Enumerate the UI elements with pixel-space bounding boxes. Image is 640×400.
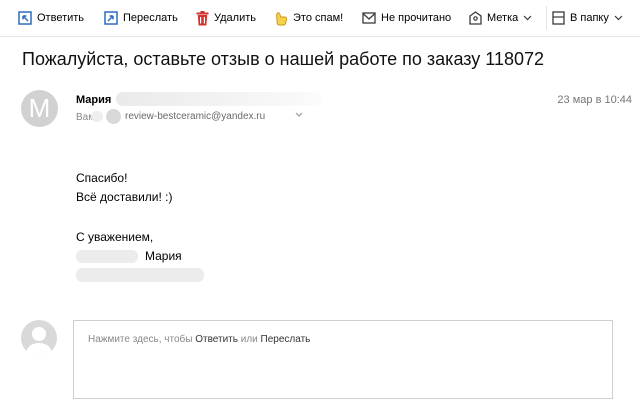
body-line: Мария — [145, 249, 182, 263]
reply-link[interactable]: Ответить — [195, 334, 238, 345]
thumbs-down-icon — [276, 11, 288, 25]
mark-unread-button[interactable]: Не прочитано — [362, 8, 451, 28]
body-line: Спасибо! — [76, 171, 128, 185]
label-button[interactable]: Метка — [469, 8, 532, 28]
folder-icon — [552, 11, 565, 25]
chevron-down-icon[interactable] — [295, 112, 303, 118]
redacted-recipient — [91, 111, 103, 122]
trash-icon — [196, 10, 209, 25]
reply-label: Ответить — [37, 12, 85, 24]
sender-avatar[interactable]: M — [21, 90, 58, 127]
quick-reply-box[interactable]: Нажмите здесь, чтобы Ответить или Пересл… — [73, 320, 613, 399]
forward-button[interactable]: Переслать — [104, 8, 178, 28]
move-to-folder-button[interactable]: В папку — [552, 8, 623, 28]
recipient-address[interactable]: review-bestceramic@yandex.ru — [125, 111, 265, 122]
spam-button[interactable]: Это спам! — [274, 8, 343, 28]
reply-icon — [18, 11, 32, 25]
forward-label: Переслать — [123, 12, 178, 24]
forward-icon — [104, 11, 118, 25]
toolbar-divider — [546, 6, 547, 30]
envelope-icon — [362, 12, 376, 24]
unread-label: Не прочитано — [381, 12, 452, 24]
body-line: Всё доставили! :) — [76, 190, 173, 204]
toolbar: Ответить Переслать Удалить Это спам! Не … — [0, 0, 640, 37]
tag-icon — [469, 11, 482, 25]
message-subject: Пожалуйста, оставьте отзыв о нашей работ… — [22, 49, 545, 69]
redacted-signature-line — [76, 268, 204, 282]
delete-button[interactable]: Удалить — [196, 8, 256, 28]
forward-link[interactable]: Переслать — [261, 334, 311, 345]
reply-prompt: Нажмите здесь, чтобы Ответить или Пересл… — [88, 334, 310, 345]
redacted-sender-surname — [116, 92, 322, 106]
reply-button[interactable]: Ответить — [18, 8, 84, 28]
message-date: 23 мар в 10:44 — [557, 94, 632, 106]
person-icon — [25, 327, 53, 356]
label-label: Метка — [487, 12, 519, 24]
reply-or-text: или — [240, 334, 258, 345]
folder-label: В папку — [570, 12, 609, 24]
user-avatar — [21, 320, 57, 356]
body-line: С уважением, — [76, 230, 154, 244]
sender-name[interactable]: Мария — [76, 94, 111, 106]
chevron-down-icon — [614, 15, 623, 21]
redacted-signature-name — [76, 250, 138, 263]
spam-label: Это спам! — [293, 12, 344, 24]
recipient-avatar — [106, 109, 121, 124]
reply-prompt-text: Нажмите здесь, чтобы — [88, 334, 193, 345]
chevron-down-icon — [523, 15, 532, 21]
delete-label: Удалить — [214, 12, 256, 24]
